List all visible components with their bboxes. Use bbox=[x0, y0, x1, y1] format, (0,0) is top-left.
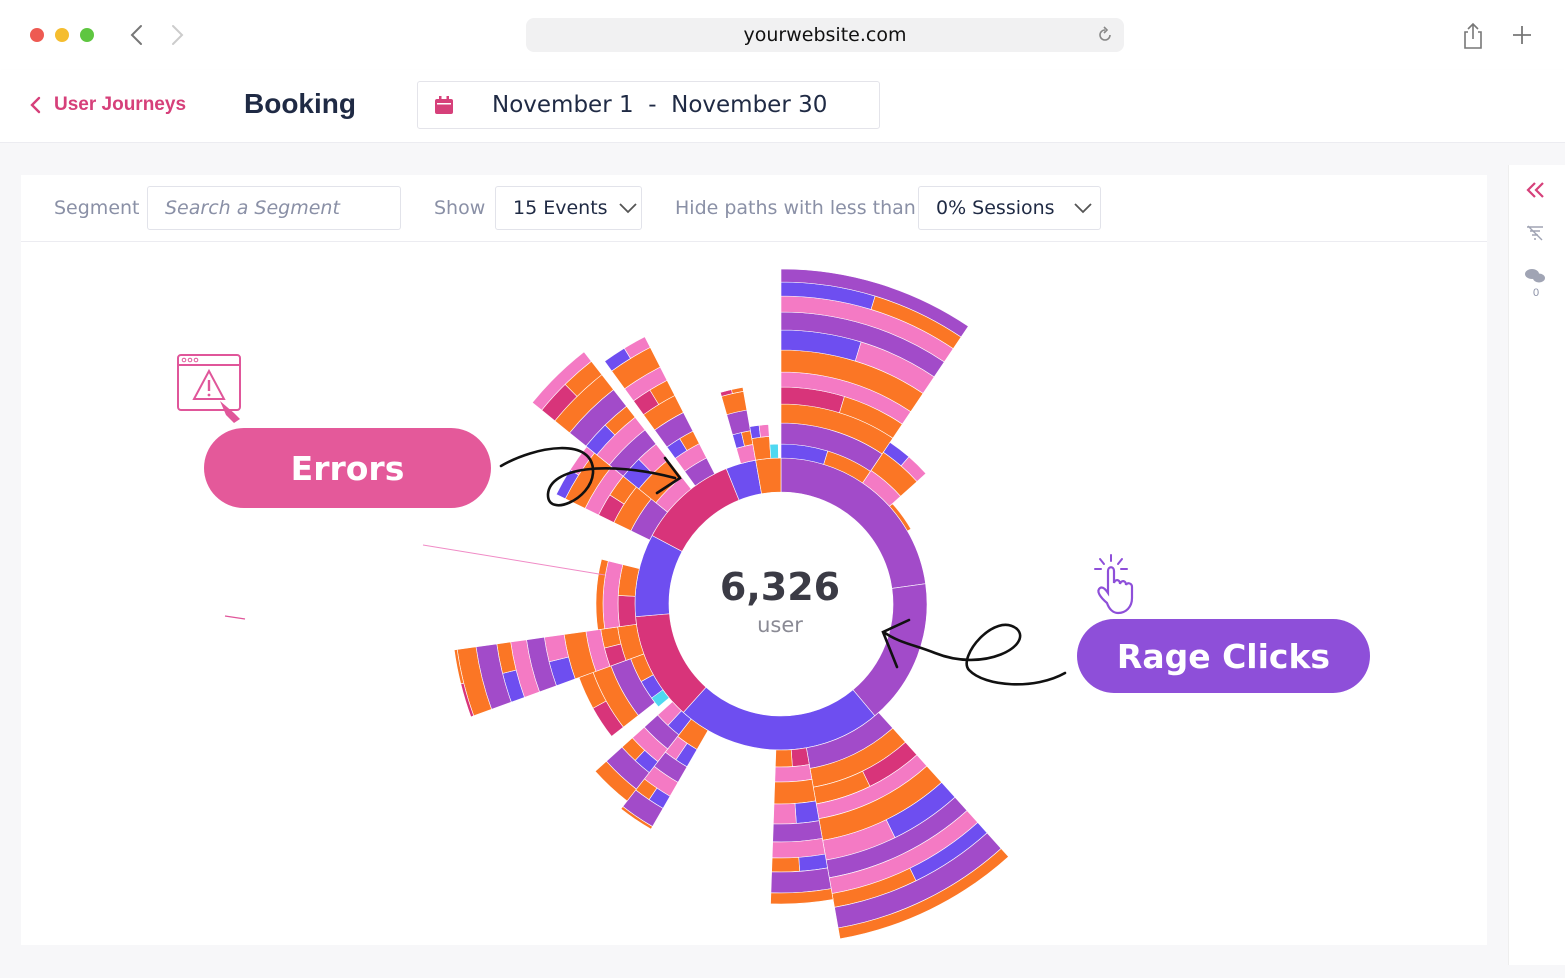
streak-line bbox=[224, 615, 246, 620]
sunburst-segment[interactable] bbox=[758, 424, 770, 438]
sunburst-segment[interactable] bbox=[769, 443, 779, 459]
sunburst-segment[interactable] bbox=[749, 425, 761, 439]
sunburst-segment[interactable] bbox=[773, 803, 797, 825]
errors-arrow-icon bbox=[499, 446, 682, 507]
sunburst-segment[interactable] bbox=[774, 764, 813, 783]
rage-click-hand-icon bbox=[1094, 554, 1134, 615]
sunburst-segment[interactable] bbox=[790, 747, 810, 767]
center-user-label: user bbox=[757, 613, 803, 637]
streak-line bbox=[422, 544, 606, 576]
sunburst-segment[interactable] bbox=[775, 749, 793, 768]
errors-callout: Errors bbox=[204, 428, 491, 508]
error-warning-icon bbox=[177, 354, 241, 423]
sunburst-segment[interactable] bbox=[617, 595, 637, 628]
center-user-count: 6,326 bbox=[719, 565, 841, 609]
rage-clicks-arrow-icon bbox=[881, 618, 1067, 686]
sunburst-segment[interactable] bbox=[794, 800, 820, 824]
rage-clicks-callout: Rage Clicks bbox=[1077, 619, 1370, 693]
sunburst-segment[interactable] bbox=[771, 857, 801, 873]
sunburst-segment[interactable] bbox=[773, 778, 817, 805]
sunburst-segment[interactable] bbox=[772, 820, 823, 843]
sunburst-center-label: 6,326 user bbox=[670, 565, 890, 637]
